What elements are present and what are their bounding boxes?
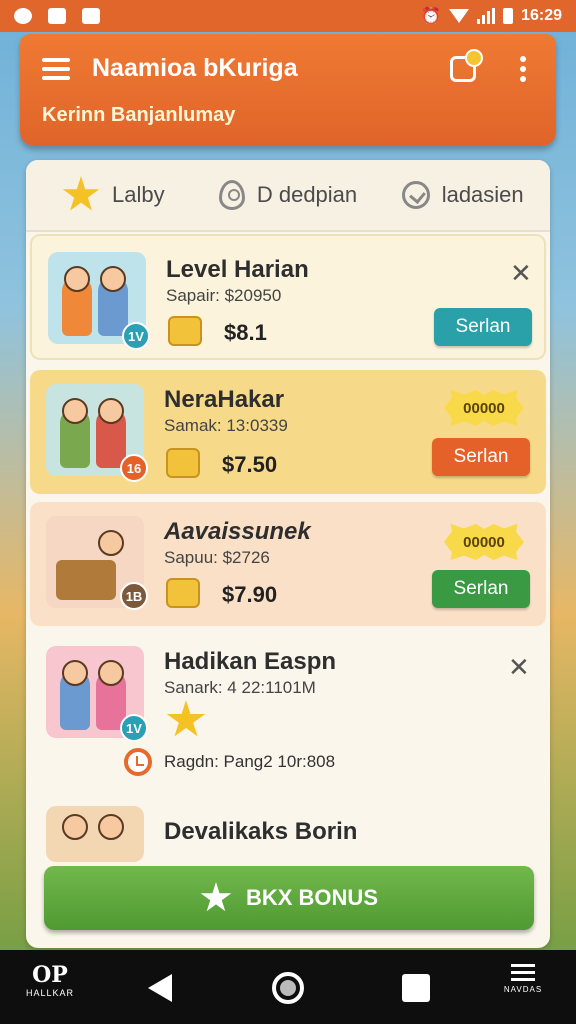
recent-apps-icon[interactable] [402, 974, 430, 1002]
tab-lalby[interactable]: Lalby [26, 176, 201, 214]
list-item[interactable]: 1V Level Harian Sapair: $20950 $8.1 ✕ Se… [30, 234, 546, 360]
star-icon [62, 176, 100, 211]
alarm-icon: ⏰ [421, 8, 442, 25]
wifi-icon [449, 9, 470, 23]
app-title: Naamioa bKuriga [92, 54, 298, 82]
level-badge: 1V [120, 714, 148, 742]
coin-icon [168, 316, 202, 346]
item-name: Aavaissunek [164, 518, 311, 545]
item-thumbnail [46, 806, 144, 862]
logo-icon: OP [32, 962, 68, 988]
bonus-button[interactable]: BKX BONUS [44, 866, 534, 930]
back-icon[interactable] [148, 974, 172, 1002]
item-name: NeraHakar [164, 386, 285, 413]
file-icon [82, 8, 100, 24]
serlan-button[interactable]: Serlan [434, 308, 532, 346]
logo-text: HALLKAR [25, 988, 75, 998]
list-item[interactable]: 1V Hadikan Easpn Sanark: 4 22:1101M ✕ Ra… [30, 632, 546, 782]
item-name: Hadikan Easpn [164, 648, 337, 675]
clock-icon [124, 748, 152, 776]
nav-bar: OP HALLKAR NAVDAS [0, 950, 576, 1024]
shield-check-icon [401, 181, 430, 209]
star-icon [200, 882, 232, 912]
item-sub: Sanark: 4 22:1101M [164, 678, 316, 697]
bonus-button-label: BKX BONUS [245, 885, 378, 910]
tab-label: D dedpian [256, 182, 358, 207]
tab-dedpian[interactable]: D dedpian [201, 180, 376, 210]
more-vert-icon[interactable] [520, 56, 528, 84]
item-timer: Ragdn: Pang2 10r:808 [164, 752, 336, 771]
item-price: $7.50 [222, 452, 278, 477]
status-time: 16:29 [521, 7, 562, 24]
gallery-icon [48, 8, 66, 24]
coin-icon [166, 578, 200, 608]
tab-bar: Lalby D dedpian ladasien [26, 160, 550, 232]
app-bar: Naamioa bKuriga Kerinn Banjanlumay [20, 34, 556, 146]
item-sub: Samak: 13:0339 [164, 416, 288, 435]
star-icon [166, 700, 206, 737]
item-sub: Sapuu: $2726 [164, 548, 270, 567]
nav-menu-label: NAVDAS [503, 985, 543, 994]
tab-label: ladasien [441, 182, 524, 207]
item-name: Devalikaks Borin [164, 818, 358, 845]
app-subtitle: Kerinn Banjanlumay [42, 104, 236, 126]
nav-menu[interactable]: NAVDAS [498, 964, 548, 994]
close-icon[interactable]: ✕ [508, 652, 530, 683]
list-item[interactable]: 16 NeraHakar Samak: 13:0339 $7.50 00000 … [30, 370, 546, 494]
item-sub: Sapair: $20950 [166, 286, 282, 305]
location-pin-icon [218, 180, 245, 210]
close-icon[interactable]: ✕ [510, 258, 532, 289]
reward-badge: 00000 [444, 524, 524, 560]
item-price: $8.1 [224, 320, 267, 345]
app-logo[interactable]: OP HALLKAR [20, 962, 80, 998]
main-panel: Lalby D dedpian ladasien 1V Level Harian… [26, 160, 550, 948]
status-bar: ⏰ 16:29 [0, 0, 576, 32]
item-price: $7.90 [222, 582, 278, 607]
item-name: Level Harian [166, 256, 309, 283]
level-badge: 1V [122, 322, 150, 350]
menu-lines-icon [498, 964, 548, 981]
tab-label: Lalby [112, 182, 165, 207]
serlan-button[interactable]: Serlan [432, 570, 530, 608]
menu-icon[interactable] [42, 58, 70, 80]
signal-icon [477, 8, 496, 24]
coin-icon [166, 448, 200, 478]
serlan-button[interactable]: Serlan [432, 438, 530, 476]
level-badge: 16 [120, 454, 148, 482]
battery-icon [503, 8, 514, 24]
reward-badge: 00000 [444, 390, 524, 426]
home-icon[interactable] [272, 972, 304, 1004]
camera-icon [14, 8, 32, 24]
tab-ladasien[interactable]: ladasien [375, 181, 550, 209]
edit-icon[interactable] [450, 49, 483, 82]
list-item[interactable]: 1B Aavaissunek Sapuu: $2726 $7.90 00000 … [30, 502, 546, 626]
level-badge: 1B [120, 582, 148, 610]
list-item[interactable]: Devalikaks Borin [30, 792, 546, 862]
